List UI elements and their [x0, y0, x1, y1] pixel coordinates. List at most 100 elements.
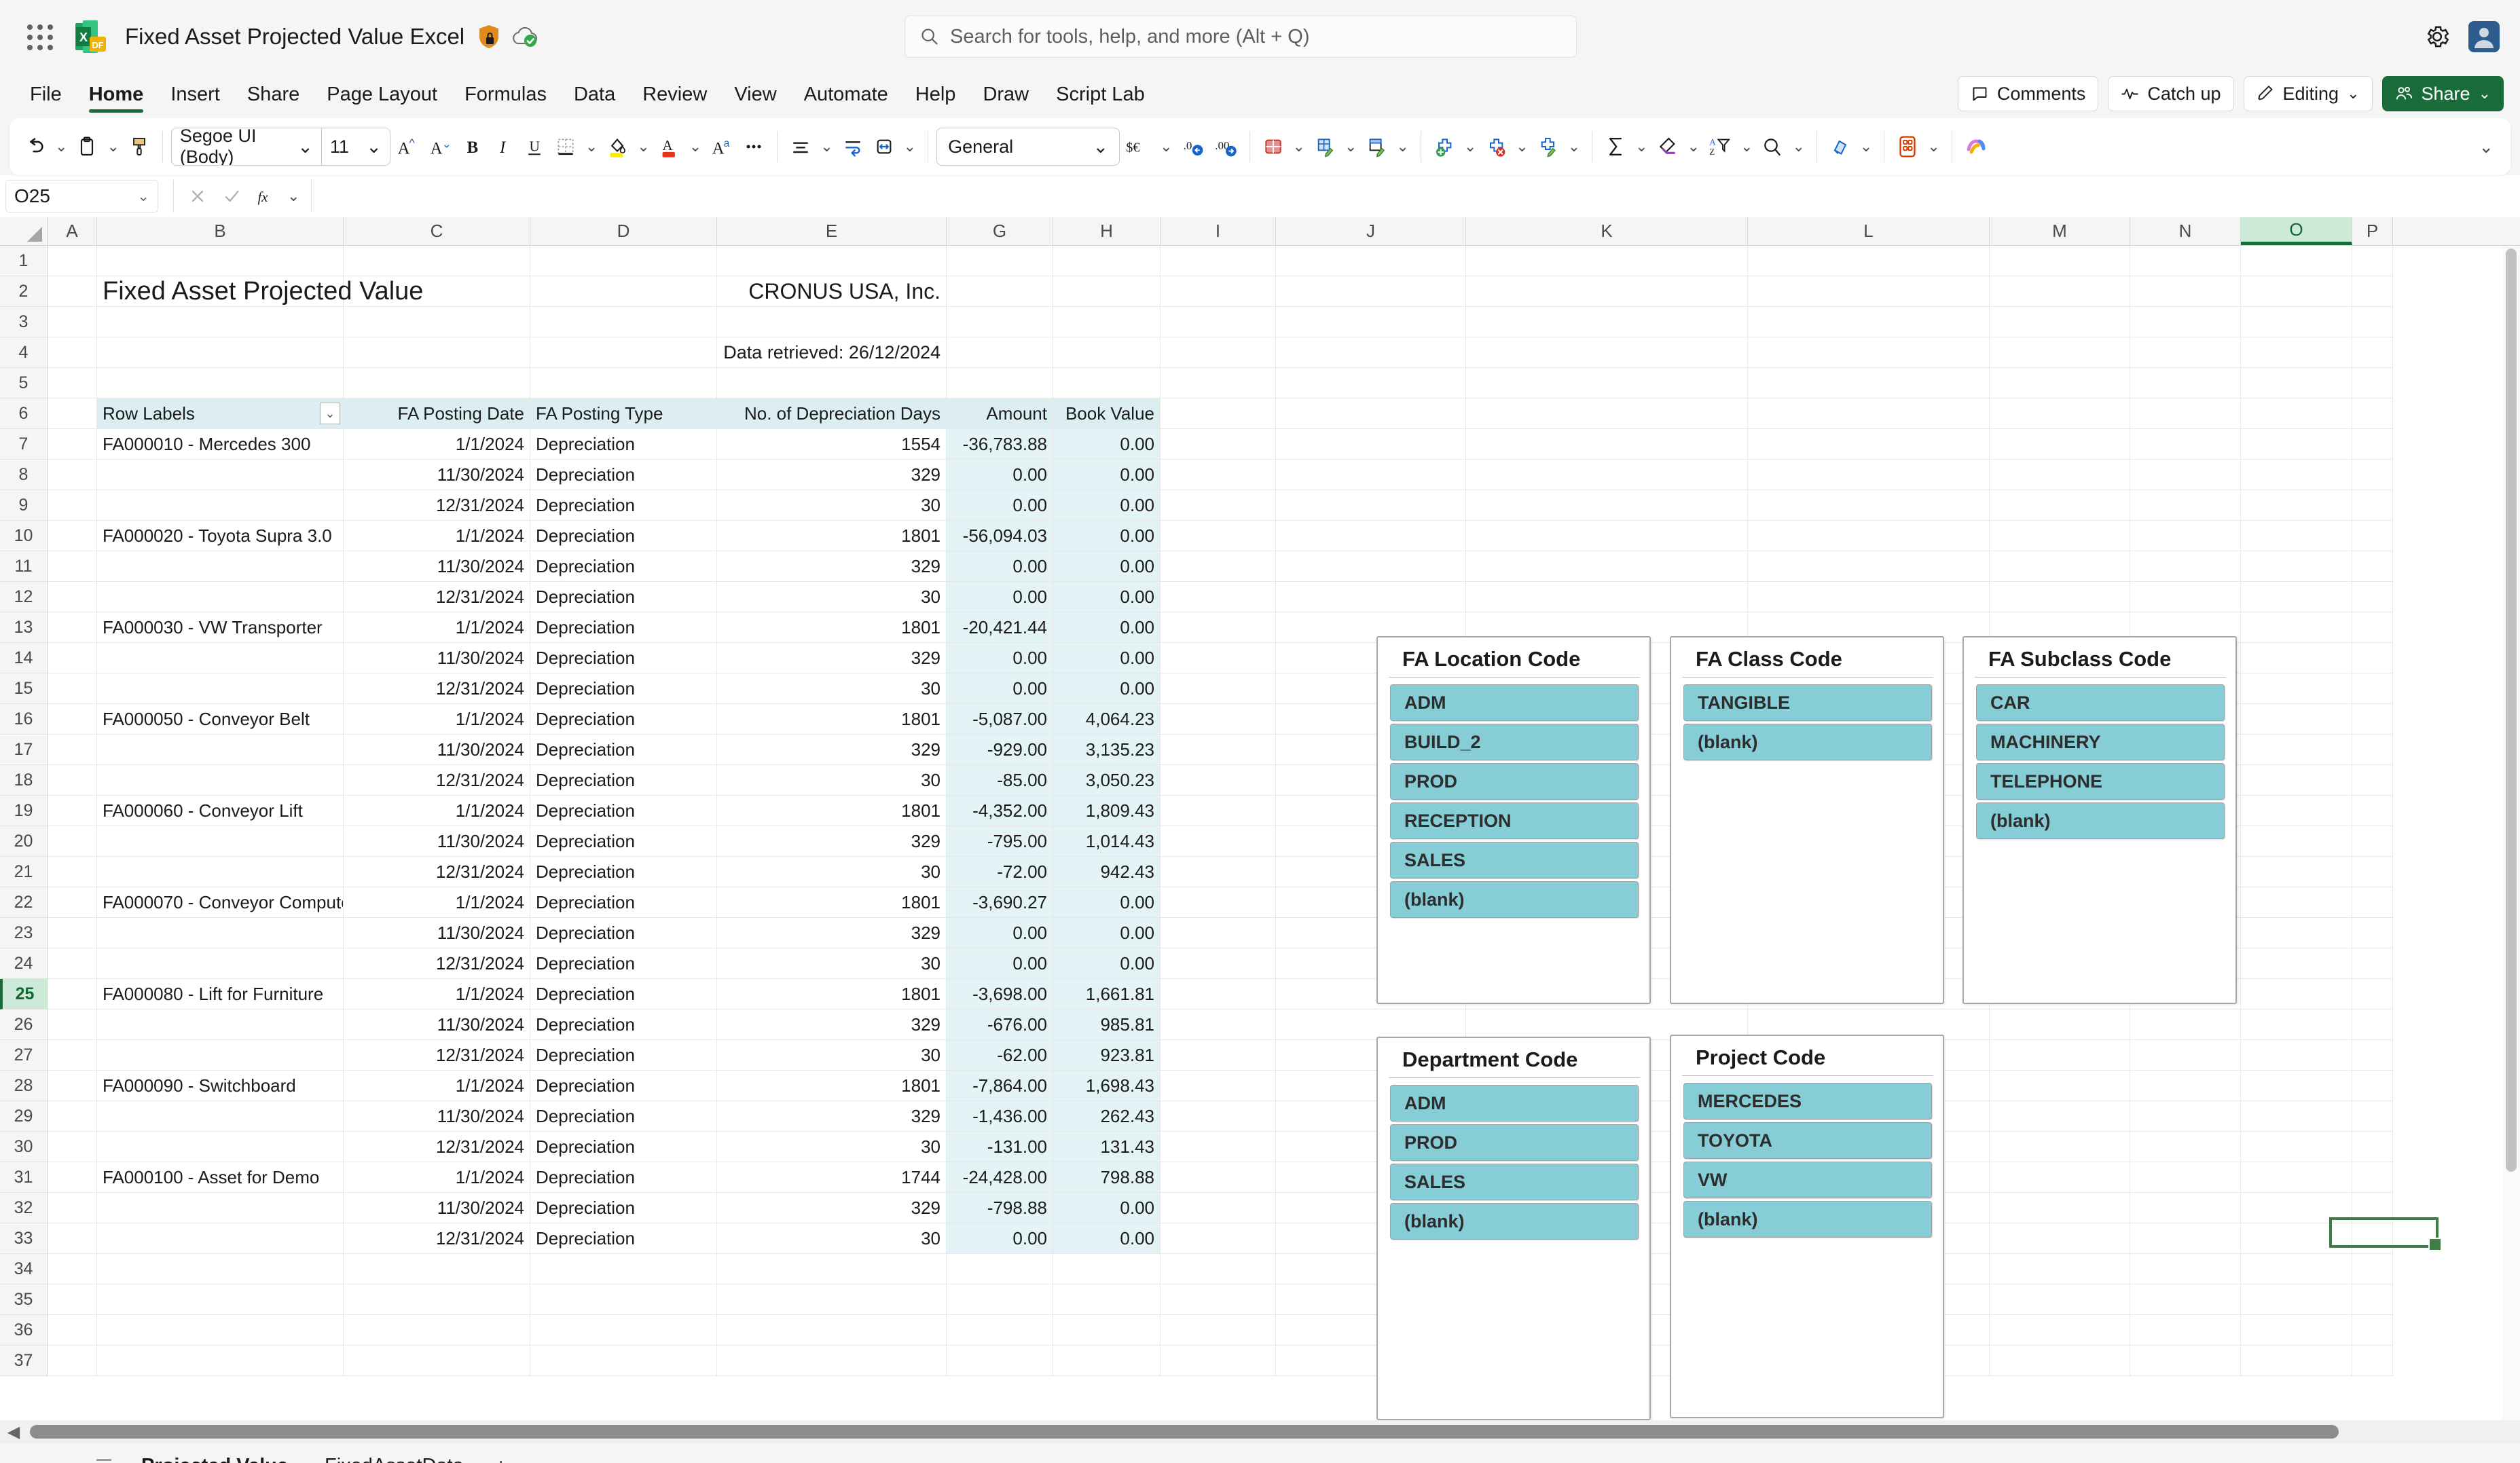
cell-D26[interactable]: Depreciation — [530, 1010, 717, 1040]
cell-A26[interactable] — [48, 1010, 97, 1040]
cell-B18[interactable] — [97, 765, 344, 796]
column-header-m[interactable]: M — [1990, 217, 2130, 245]
cell-A30[interactable] — [48, 1132, 97, 1162]
share-button[interactable]: Share ⌄ — [2382, 76, 2504, 111]
cell-I9[interactable] — [1161, 490, 1276, 521]
cell-I13[interactable] — [1161, 612, 1276, 643]
row-header-35[interactable]: 35 — [0, 1284, 47, 1315]
cell-O31[interactable] — [2241, 1162, 2352, 1193]
cell-P24[interactable] — [2352, 948, 2393, 979]
cell-G28[interactable]: -7,864.00 — [947, 1071, 1053, 1101]
slicer-item[interactable]: ADM — [1390, 684, 1639, 721]
cell-O34[interactable] — [2241, 1254, 2352, 1284]
row-header-9[interactable]: 9 — [0, 490, 47, 521]
cell-P36[interactable] — [2352, 1315, 2393, 1346]
cell-M29[interactable] — [1990, 1101, 2130, 1132]
cell-A8[interactable] — [48, 460, 97, 490]
vertical-scrollbar[interactable] — [2502, 246, 2520, 1420]
cell-I36[interactable] — [1161, 1315, 1276, 1346]
cell-H2[interactable] — [1053, 276, 1161, 307]
cell-P7[interactable] — [2352, 429, 2393, 460]
ribbon-tab-draw[interactable]: Draw — [969, 79, 1042, 115]
cell-O2[interactable] — [2241, 276, 2352, 307]
cell-I5[interactable] — [1161, 368, 1276, 399]
cell-O28[interactable] — [2241, 1071, 2352, 1101]
cell-A24[interactable] — [48, 948, 97, 979]
cell-H37[interactable] — [1053, 1346, 1161, 1376]
row-header-25[interactable]: 25 — [0, 979, 47, 1010]
wrap-text-button[interactable] — [838, 126, 868, 168]
row-header-23[interactable]: 23 — [0, 918, 47, 948]
cell-D34[interactable] — [530, 1254, 717, 1284]
cell-J3[interactable] — [1276, 307, 1466, 337]
cell-O19[interactable] — [2241, 796, 2352, 826]
font-size-select[interactable]: 11 ⌄ — [322, 136, 390, 158]
autosum-dropdown-icon[interactable]: ⌄ — [1632, 138, 1651, 155]
cell-I34[interactable] — [1161, 1254, 1276, 1284]
cell-D5[interactable] — [530, 368, 717, 399]
cell-P13[interactable] — [2352, 612, 2393, 643]
ribbon-tab-help[interactable]: Help — [902, 79, 970, 115]
cell-I32[interactable] — [1161, 1193, 1276, 1223]
cell-P19[interactable] — [2352, 796, 2393, 826]
cell-L1[interactable] — [1748, 246, 1990, 276]
cell-I17[interactable] — [1161, 735, 1276, 765]
ribbon-tab-script-lab[interactable]: Script Lab — [1042, 79, 1158, 115]
cell-N34[interactable] — [2130, 1254, 2241, 1284]
cell-I3[interactable] — [1161, 307, 1276, 337]
ribbon-tab-home[interactable]: Home — [75, 79, 158, 115]
slicer-fa-subclass-code[interactable]: FA Subclass Code CAR MACHINERY TELEPHONE… — [1962, 636, 2237, 1004]
column-header-g[interactable]: G — [947, 217, 1053, 245]
cell-I15[interactable] — [1161, 673, 1276, 704]
cell-H24[interactable]: 0.00 — [1053, 948, 1161, 979]
cell-I35[interactable] — [1161, 1284, 1276, 1315]
insert-cells-dropdown-icon[interactable]: ⌄ — [1461, 138, 1480, 155]
row-header-2[interactable]: 2 — [0, 276, 47, 307]
cell-D30[interactable]: Depreciation — [530, 1132, 717, 1162]
cell-H8[interactable]: 0.00 — [1053, 460, 1161, 490]
cell-C10[interactable]: 1/1/2024 — [344, 521, 530, 551]
cell-H36[interactable] — [1053, 1315, 1161, 1346]
cell-L8[interactable] — [1748, 460, 1990, 490]
row-header-7[interactable]: 7 — [0, 429, 47, 460]
slicer-item[interactable]: (blank) — [1390, 1203, 1639, 1240]
format-as-table-dropdown-icon[interactable]: ⌄ — [1341, 138, 1360, 155]
cell-N6[interactable] — [2130, 399, 2241, 429]
cell-M10[interactable] — [1990, 521, 2130, 551]
cell-J12[interactable] — [1276, 582, 1466, 612]
app-launcher-icon[interactable] — [20, 18, 58, 56]
cell-E15[interactable]: 30 — [717, 673, 947, 704]
cell-N32[interactable] — [2130, 1193, 2241, 1223]
cell-C11[interactable]: 11/30/2024 — [344, 551, 530, 582]
cell-H32[interactable]: 0.00 — [1053, 1193, 1161, 1223]
cell-D19[interactable]: Depreciation — [530, 796, 717, 826]
cell-G29[interactable]: -1,436.00 — [947, 1101, 1053, 1132]
column-header-d[interactable]: D — [530, 217, 717, 245]
cell-E20[interactable]: 329 — [717, 826, 947, 857]
cell-A15[interactable] — [48, 673, 97, 704]
cell-B8[interactable] — [97, 460, 344, 490]
clear-button[interactable] — [1653, 126, 1683, 168]
cancel-formula-icon[interactable] — [182, 181, 213, 211]
cell-L9[interactable] — [1748, 490, 1990, 521]
editing-mode-button[interactable]: Editing ⌄ — [2244, 76, 2373, 111]
cell-I18[interactable] — [1161, 765, 1276, 796]
cell-styles-button[interactable] — [1362, 126, 1391, 168]
cell-E27[interactable]: 30 — [717, 1040, 947, 1071]
cell-A18[interactable] — [48, 765, 97, 796]
cell-A10[interactable] — [48, 521, 97, 551]
slicer-item[interactable]: TANGIBLE — [1683, 684, 1932, 721]
cell-D3[interactable] — [530, 307, 717, 337]
cell-I6[interactable] — [1161, 399, 1276, 429]
cell-E3[interactable] — [717, 307, 947, 337]
cell-O7[interactable] — [2241, 429, 2352, 460]
search-box[interactable]: Search for tools, help, and more (Alt + … — [905, 16, 1577, 58]
cell-P32[interactable] — [2352, 1193, 2393, 1223]
cell-J6[interactable] — [1276, 399, 1466, 429]
format-cells-button[interactable] — [1533, 126, 1563, 168]
cell-H30[interactable]: 131.43 — [1053, 1132, 1161, 1162]
currency-format-button[interactable]: $€ — [1121, 126, 1155, 168]
cell-H10[interactable]: 0.00 — [1053, 521, 1161, 551]
cell-I2[interactable] — [1161, 276, 1276, 307]
row-header-16[interactable]: 16 — [0, 704, 47, 735]
